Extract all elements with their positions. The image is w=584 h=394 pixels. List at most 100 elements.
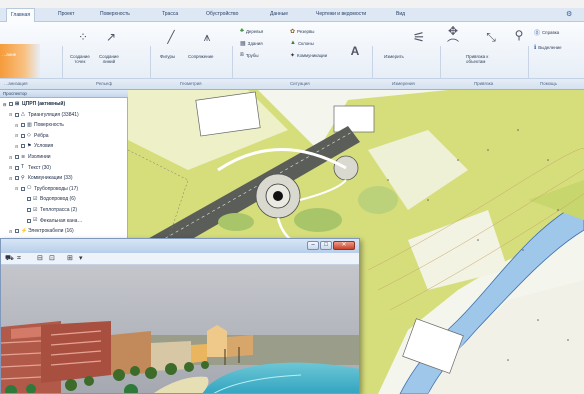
visibility-checkbox[interactable]: [27, 218, 31, 223]
grounds-icon: ✿: [290, 29, 296, 35]
tab-route[interactable]: Трасса: [162, 11, 178, 17]
figures-icon[interactable]: ╱: [164, 30, 178, 44]
group-label-situation: Ситуация: [290, 81, 310, 86]
communications-button[interactable]: ✦ Коммуникации: [290, 52, 327, 59]
visibility-checkbox[interactable]: [15, 112, 19, 117]
visibility-checkbox[interactable]: [9, 102, 13, 106]
view-side-icon[interactable]: ⊡: [49, 254, 55, 264]
expand-toggle-icon[interactable]: ⊟: [9, 165, 13, 170]
prospector-item-label: Рёбра: [34, 132, 49, 139]
expand-toggle-icon[interactable]: ⊟: [9, 155, 13, 160]
features-icon[interactable]: ⩚: [200, 30, 214, 44]
tab-drawings[interactable]: Чертежи и ведомости: [316, 11, 366, 17]
prospector-item[interactable]: ☑ Фекальная кана…: [21, 218, 82, 224]
prospector-item-label: Коммуникации (33): [28, 175, 73, 182]
prospector-item[interactable]: ☑ Теплотрасса (2): [21, 207, 77, 213]
assign-objects-icon[interactable]: ⤡: [484, 30, 498, 44]
create-point-icon[interactable]: ⁘: [76, 30, 90, 44]
prospector-item-label: Условия: [34, 143, 54, 150]
visibility-checkbox[interactable]: [21, 123, 25, 128]
create-line-button[interactable]: Создание линий: [99, 54, 119, 65]
3d-viewer-window[interactable]: – □ ✕ ⛟ ⌗ ⊟ ⊡ ⊞ ▾: [0, 238, 360, 394]
visibility-checkbox[interactable]: [21, 133, 25, 138]
object-snap-icon[interactable]: ⌒: [446, 38, 460, 52]
snap-icon[interactable]: ✥: [446, 24, 460, 38]
create-point-button[interactable]: Создание точек: [70, 54, 90, 65]
visibility-checkbox[interactable]: [15, 176, 19, 181]
grounds-button[interactable]: ✿ Резервы: [290, 28, 314, 35]
assign-objects-button[interactable]: Привязка к объектам: [466, 54, 488, 65]
buildings-button[interactable]: ▦ Здания: [240, 40, 263, 47]
tab-surface[interactable]: Поверхность: [100, 11, 130, 17]
measure-button[interactable]: Измерить: [384, 54, 404, 59]
expand-toggle-icon[interactable]: ⊟: [15, 133, 19, 138]
prospector-item[interactable]: ⊟ ≋ Изолинии: [9, 154, 51, 160]
prospector-panel: Проспектор ⊟ ⊞ ЦПРП (активный) ⊟ △ Триангуляц…: [0, 90, 128, 240]
pipe-icon: ⧈: [240, 52, 244, 58]
grid-icon[interactable]: ⌗: [17, 254, 21, 264]
prospector-item[interactable]: ⊟ ⚡ Электрокабели (16): [9, 228, 74, 234]
viewer-title-bar[interactable]: – □ ✕: [1, 239, 359, 253]
tab-home[interactable]: Главная: [6, 8, 36, 22]
prospector-item-label: Теплотрасса (2): [40, 207, 78, 213]
prospector-item[interactable]: ⊟ ⚑ Условия: [15, 143, 53, 149]
expand-toggle-icon[interactable]: ⊟: [15, 144, 19, 149]
visibility-checkbox[interactable]: [21, 186, 25, 191]
visibility-checkbox[interactable]: [27, 197, 31, 202]
visibility-checkbox[interactable]: [27, 208, 31, 212]
prospector-item[interactable]: ⊟ △ Триангуляция (33841): [9, 112, 79, 118]
expand-toggle-icon[interactable]: ⊟: [9, 229, 13, 234]
ribbon-tabs: Главная Проект Поверхность Трасса Обустр…: [0, 8, 584, 22]
slopes-button[interactable]: ▲ Склоны: [290, 40, 314, 46]
visibility-checkbox[interactable]: [21, 144, 25, 149]
expand-toggle-icon[interactable]: ⊟: [9, 112, 13, 117]
pin-icon[interactable]: ⚲: [512, 28, 526, 42]
text-icon[interactable]: A: [348, 44, 362, 58]
help-button[interactable]: ⓪ Справка: [534, 28, 559, 37]
view-front-icon[interactable]: ⊟: [37, 254, 43, 264]
render-options-icon[interactable]: ▾: [79, 254, 83, 264]
close-button[interactable]: ✕: [333, 241, 355, 250]
create-line-icon[interactable]: ↗: [104, 30, 118, 44]
tab-arrangement[interactable]: Обустройство: [206, 11, 238, 17]
visibility-checkbox[interactable]: [15, 165, 19, 170]
viewer-toolbar: ⛟ ⌗ ⊟ ⊡ ⊞ ▾: [1, 253, 359, 265]
visibility-checkbox[interactable]: [15, 155, 19, 159]
tab-project[interactable]: Проект: [58, 11, 74, 17]
camera-icon[interactable]: ⛟: [5, 254, 14, 264]
prospector-item[interactable]: ☑ Водопровод (6): [21, 196, 76, 202]
prospector-header: Проспектор: [0, 90, 128, 98]
render-icon[interactable]: ⊞: [67, 254, 73, 264]
maximize-button[interactable]: □: [320, 241, 332, 250]
visibility-checkbox[interactable]: [15, 229, 19, 234]
prospector-item[interactable]: ⊟ ⊞ ЦПРП (активный): [3, 101, 65, 107]
prospector-item-label: Трубопроводы (17): [34, 185, 79, 192]
info-icon: ℹ: [534, 45, 537, 51]
expand-toggle-icon[interactable]: ⊟: [15, 186, 19, 191]
help-circle-icon: ⓪: [534, 31, 541, 37]
expand-toggle-icon[interactable]: ⊟: [3, 102, 7, 107]
pipes-button[interactable]: ⧈ Трубы: [240, 52, 259, 59]
features-button[interactable]: Сопряжение: [188, 54, 213, 59]
prospector-item[interactable]: ⊟ ⚲ Коммуникации (33): [9, 175, 73, 181]
prospector-item[interactable]: ⊟ ◇ Рёбра: [15, 133, 49, 139]
prospector-item[interactable]: ⊟ T Текст (30): [9, 165, 51, 171]
expand-toggle-icon[interactable]: ⊟: [15, 123, 19, 128]
help-icon[interactable]: ⚙: [566, 10, 572, 18]
civil-app-window: Главная Проект Поверхность Трасса Обустр…: [0, 0, 584, 394]
prospector-item[interactable]: ⊟ ⎔ Трубопроводы (17): [15, 186, 78, 192]
prospector-item[interactable]: ⊟ ▥ Поверхность: [15, 122, 64, 128]
measure-icon[interactable]: ⚟: [412, 30, 426, 44]
minimize-button[interactable]: –: [307, 241, 319, 250]
3d-scene[interactable]: [1, 265, 359, 394]
node-type-icon: △: [21, 111, 25, 118]
tab-view[interactable]: Вид: [396, 11, 405, 17]
tab-data[interactable]: Данные: [270, 11, 288, 17]
group-label-snap: Привязка: [474, 81, 494, 86]
trees-button[interactable]: ♣ Деревья: [240, 28, 263, 34]
expand-toggle-icon[interactable]: ⊟: [9, 176, 13, 181]
tree-icon: ♣: [240, 28, 244, 34]
selection-button[interactable]: ℹ Выделение: [534, 44, 562, 51]
figures-button[interactable]: Фигуры: [160, 54, 175, 59]
group-label-help: Помощь: [540, 81, 557, 86]
